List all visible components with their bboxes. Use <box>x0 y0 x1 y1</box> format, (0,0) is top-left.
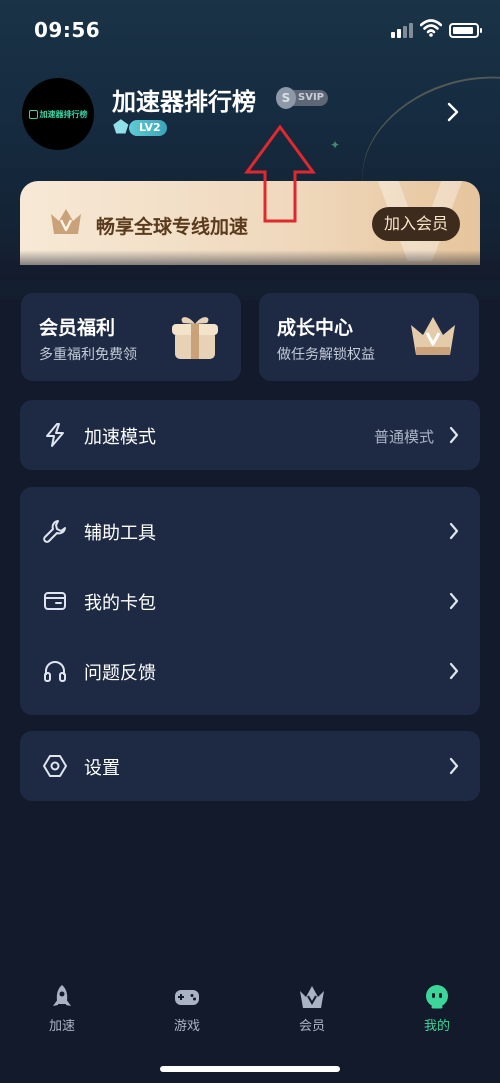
chevron-right-icon <box>449 662 459 680</box>
settings-row[interactable]: 设置 <box>20 731 480 801</box>
gem-icon: ⬟ <box>113 117 129 138</box>
member-benefits-title: 会员福利 <box>39 317 116 339</box>
crown-icon <box>51 209 81 234</box>
chevron-right-icon <box>449 757 459 775</box>
acceleration-mode-row[interactable]: 加速模式 普通模式 <box>20 400 480 470</box>
settings-icon <box>43 755 67 777</box>
member-benefits-card[interactable]: 会员福利 多重福利免费领 <box>21 293 241 381</box>
menu-item-wallet[interactable]: 我的卡包 <box>20 566 480 636</box>
annotation-arrow-icon <box>244 124 316 223</box>
home-indicator[interactable] <box>160 1066 340 1072</box>
sparkle-icon: ✦ <box>330 138 341 152</box>
growth-center-card[interactable]: 成长中心 做任务解锁权益 <box>259 293 479 381</box>
tab-label: 加速 <box>48 1019 75 1034</box>
menu-item-label: 辅助工具 <box>84 523 156 544</box>
avatar[interactable]: 加速器排行榜 <box>22 78 94 150</box>
gamepad-icon <box>175 990 199 1005</box>
wallet-icon <box>44 592 66 610</box>
username[interactable]: 加速器排行榜 <box>112 82 256 117</box>
acceleration-mode-card: 加速模式 普通模式 <box>20 400 480 470</box>
growth-center-title: 成长中心 <box>277 317 354 339</box>
menu-item-label: 问题反馈 <box>84 663 156 684</box>
signal-icon <box>391 22 415 38</box>
lightning-icon <box>46 423 64 447</box>
settings-label: 设置 <box>84 758 120 779</box>
gift-icon <box>172 317 218 359</box>
rocket-icon <box>53 985 71 1006</box>
svip-badge[interactable]: S SVIP <box>276 87 328 109</box>
chevron-right-icon <box>449 426 459 444</box>
wifi-icon <box>420 19 442 37</box>
banner-fade <box>0 250 500 280</box>
menu-item-tools[interactable]: 辅助工具 <box>20 496 480 566</box>
crown-icon <box>300 986 324 1008</box>
profile-face-icon <box>426 985 448 1009</box>
status-time: 09:56 <box>34 18 101 42</box>
profile-chevron-right-icon[interactable] <box>444 100 462 124</box>
tab-label: 会员 <box>298 1019 325 1034</box>
menu-item-label: 我的卡包 <box>84 593 156 614</box>
acceleration-mode-value: 普通模式 <box>373 428 434 446</box>
wrench-icon <box>43 520 66 543</box>
menu-item-feedback[interactable]: 问题反馈 <box>20 636 480 706</box>
crown-icon <box>411 317 455 355</box>
tab-label: 游戏 <box>173 1019 200 1034</box>
banner-text: 畅享全球专线加速 <box>96 216 249 238</box>
join-member-button[interactable]: 加入会员 <box>372 207 460 241</box>
settings-card: 设置 <box>20 731 480 801</box>
growth-center-subtitle: 做任务解锁权益 <box>277 347 375 363</box>
avatar-logo: 加速器排行榜 <box>28 109 88 120</box>
tab-accelerate[interactable]: 加速 <box>22 975 102 1035</box>
chevron-right-icon <box>449 522 459 540</box>
level-badge[interactable]: ⬟ LV2 <box>113 118 167 138</box>
tab-games[interactable]: 游戏 <box>147 975 227 1035</box>
chevron-right-icon <box>449 592 459 610</box>
battery-icon <box>449 23 482 38</box>
bottom-tab-bar: 加速 游戏 会员 我的 <box>0 975 500 1045</box>
tab-mine[interactable]: 我的 <box>397 975 477 1035</box>
menu-card: 辅助工具 我的卡包 问题反馈 <box>20 487 480 715</box>
headphones-icon <box>44 661 66 682</box>
status-bar: 09:56 <box>0 0 500 60</box>
tab-membership[interactable]: 会员 <box>272 975 352 1035</box>
acceleration-mode-label: 加速模式 <box>84 427 156 448</box>
svip-coin-icon: S <box>276 87 296 109</box>
tab-label: 我的 <box>423 1019 450 1034</box>
member-benefits-subtitle: 多重福利免费领 <box>39 347 137 363</box>
